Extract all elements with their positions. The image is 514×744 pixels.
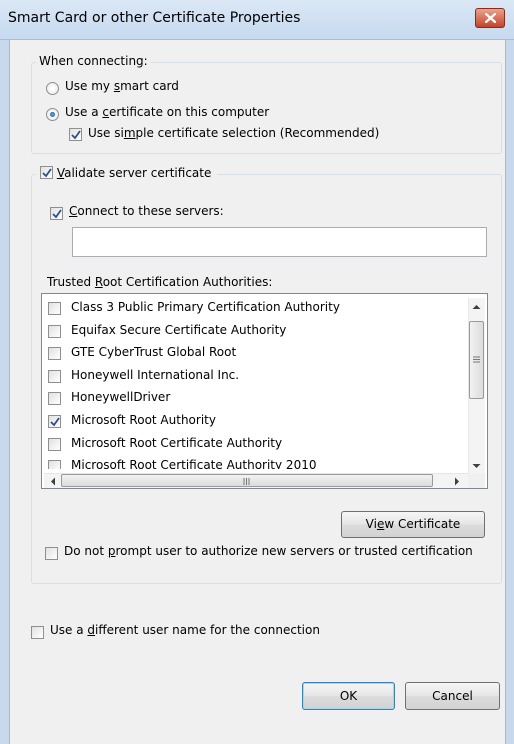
validate-server-legend: Validate server certificate bbox=[36, 166, 218, 182]
simple-selection-checkbox[interactable] bbox=[69, 128, 82, 141]
ok-button[interactable]: OK bbox=[302, 682, 395, 710]
window-title: Smart Card or other Certificate Properti… bbox=[8, 10, 301, 26]
authority-list-item[interactable]: Microsoft Root Certificate Authority bbox=[48, 433, 466, 456]
servers-input[interactable] bbox=[72, 227, 487, 257]
window-frame-left bbox=[0, 40, 9, 744]
arrow-right-icon[interactable] bbox=[454, 477, 460, 486]
no-prompt-checkbox[interactable] bbox=[45, 547, 58, 560]
use-certificate-radio[interactable] bbox=[46, 108, 59, 121]
cancel-button[interactable]: Cancel bbox=[405, 682, 500, 710]
authority-checkbox[interactable] bbox=[48, 460, 61, 469]
authority-label: Microsoft Root Certificate Authority bbox=[71, 435, 283, 450]
title-bar[interactable]: Smart Card or other Certificate Properti… bbox=[0, 0, 514, 40]
when-connecting-legend: When connecting: bbox=[36, 54, 151, 68]
validate-server-checkbox[interactable] bbox=[40, 166, 53, 179]
window-frame-right bbox=[506, 40, 514, 744]
close-icon bbox=[485, 13, 496, 23]
use-smart-card-radio[interactable] bbox=[46, 82, 59, 95]
authority-label: Honeywell International Inc. bbox=[71, 367, 240, 382]
authority-checkbox[interactable] bbox=[48, 369, 61, 383]
authority-label: Microsoft Root Authority bbox=[71, 413, 216, 427]
different-user-checkbox[interactable] bbox=[31, 626, 44, 639]
authority-list-item[interactable]: HoneywellDriver bbox=[48, 387, 466, 410]
checkmark-icon bbox=[50, 417, 60, 427]
authority-checkbox[interactable] bbox=[48, 415, 61, 428]
authority-list-item[interactable]: GTE CyberTrust Global Root bbox=[48, 342, 466, 365]
authority-list-item[interactable]: Class 3 Public Primary Certification Aut… bbox=[48, 297, 466, 320]
grip-icon bbox=[243, 478, 250, 485]
authority-checkbox[interactable] bbox=[48, 437, 61, 451]
arrow-left-icon[interactable] bbox=[50, 477, 56, 486]
connect-servers-label[interactable]: Connect to these servers: bbox=[69, 204, 224, 218]
authority-label: HoneywellDriver bbox=[71, 390, 171, 405]
checkmark-icon bbox=[42, 168, 52, 178]
different-user-label[interactable]: Use a different user name for the connec… bbox=[50, 623, 320, 637]
authority-checkbox[interactable] bbox=[48, 302, 61, 315]
use-certificate-label[interactable]: Use a certificate on this computer bbox=[65, 105, 269, 119]
authority-list-item[interactable]: Microsoft Root Authority bbox=[48, 410, 466, 433]
checkmark-icon bbox=[71, 130, 81, 140]
trusted-authorities-list[interactable]: Class 3 Public Primary Certification Aut… bbox=[41, 293, 488, 489]
grip-icon bbox=[473, 356, 480, 363]
authority-checkbox[interactable] bbox=[48, 392, 61, 406]
arrow-up-icon[interactable] bbox=[472, 304, 481, 310]
horizontal-scroll-thumb[interactable] bbox=[61, 474, 433, 487]
use-smart-card-label[interactable]: Use my smart card bbox=[65, 79, 179, 93]
checkmark-icon bbox=[52, 209, 62, 219]
validate-server-label[interactable]: Validate server certificate bbox=[57, 166, 212, 180]
authority-label: Equifax Secure Certificate Authority bbox=[71, 322, 287, 337]
arrow-down-icon[interactable] bbox=[472, 463, 481, 469]
authority-list-item[interactable]: Equifax Secure Certificate Authority bbox=[48, 320, 466, 343]
simple-selection-label[interactable]: Use simple certificate selection (Recomm… bbox=[88, 126, 379, 140]
view-certificate-button[interactable]: View Certificate bbox=[341, 511, 485, 538]
vertical-scroll-thumb[interactable] bbox=[469, 321, 484, 399]
radio-selected-dot bbox=[50, 112, 55, 117]
scrollbar-corner bbox=[468, 473, 485, 488]
authority-checkbox[interactable] bbox=[48, 347, 61, 361]
authority-list-item[interactable]: Honeywell International Inc. bbox=[48, 365, 466, 388]
authority-label: GTE CyberTrust Global Root bbox=[71, 345, 237, 360]
trusted-root-label: Trusted Root Certification Authorities: bbox=[47, 275, 273, 289]
no-prompt-label[interactable]: Do not prompt user to authorize new serv… bbox=[64, 544, 473, 558]
authority-list-item[interactable]: Microsoft Root Certificate Authority 201… bbox=[48, 455, 466, 469]
connect-servers-checkbox[interactable] bbox=[50, 207, 63, 220]
authority-checkbox[interactable] bbox=[48, 324, 61, 338]
close-button[interactable] bbox=[475, 8, 505, 28]
authority-label: Microsoft Root Certificate Authority 201… bbox=[71, 458, 317, 469]
authority-label: Class 3 Public Primary Certification Aut… bbox=[71, 300, 340, 314]
